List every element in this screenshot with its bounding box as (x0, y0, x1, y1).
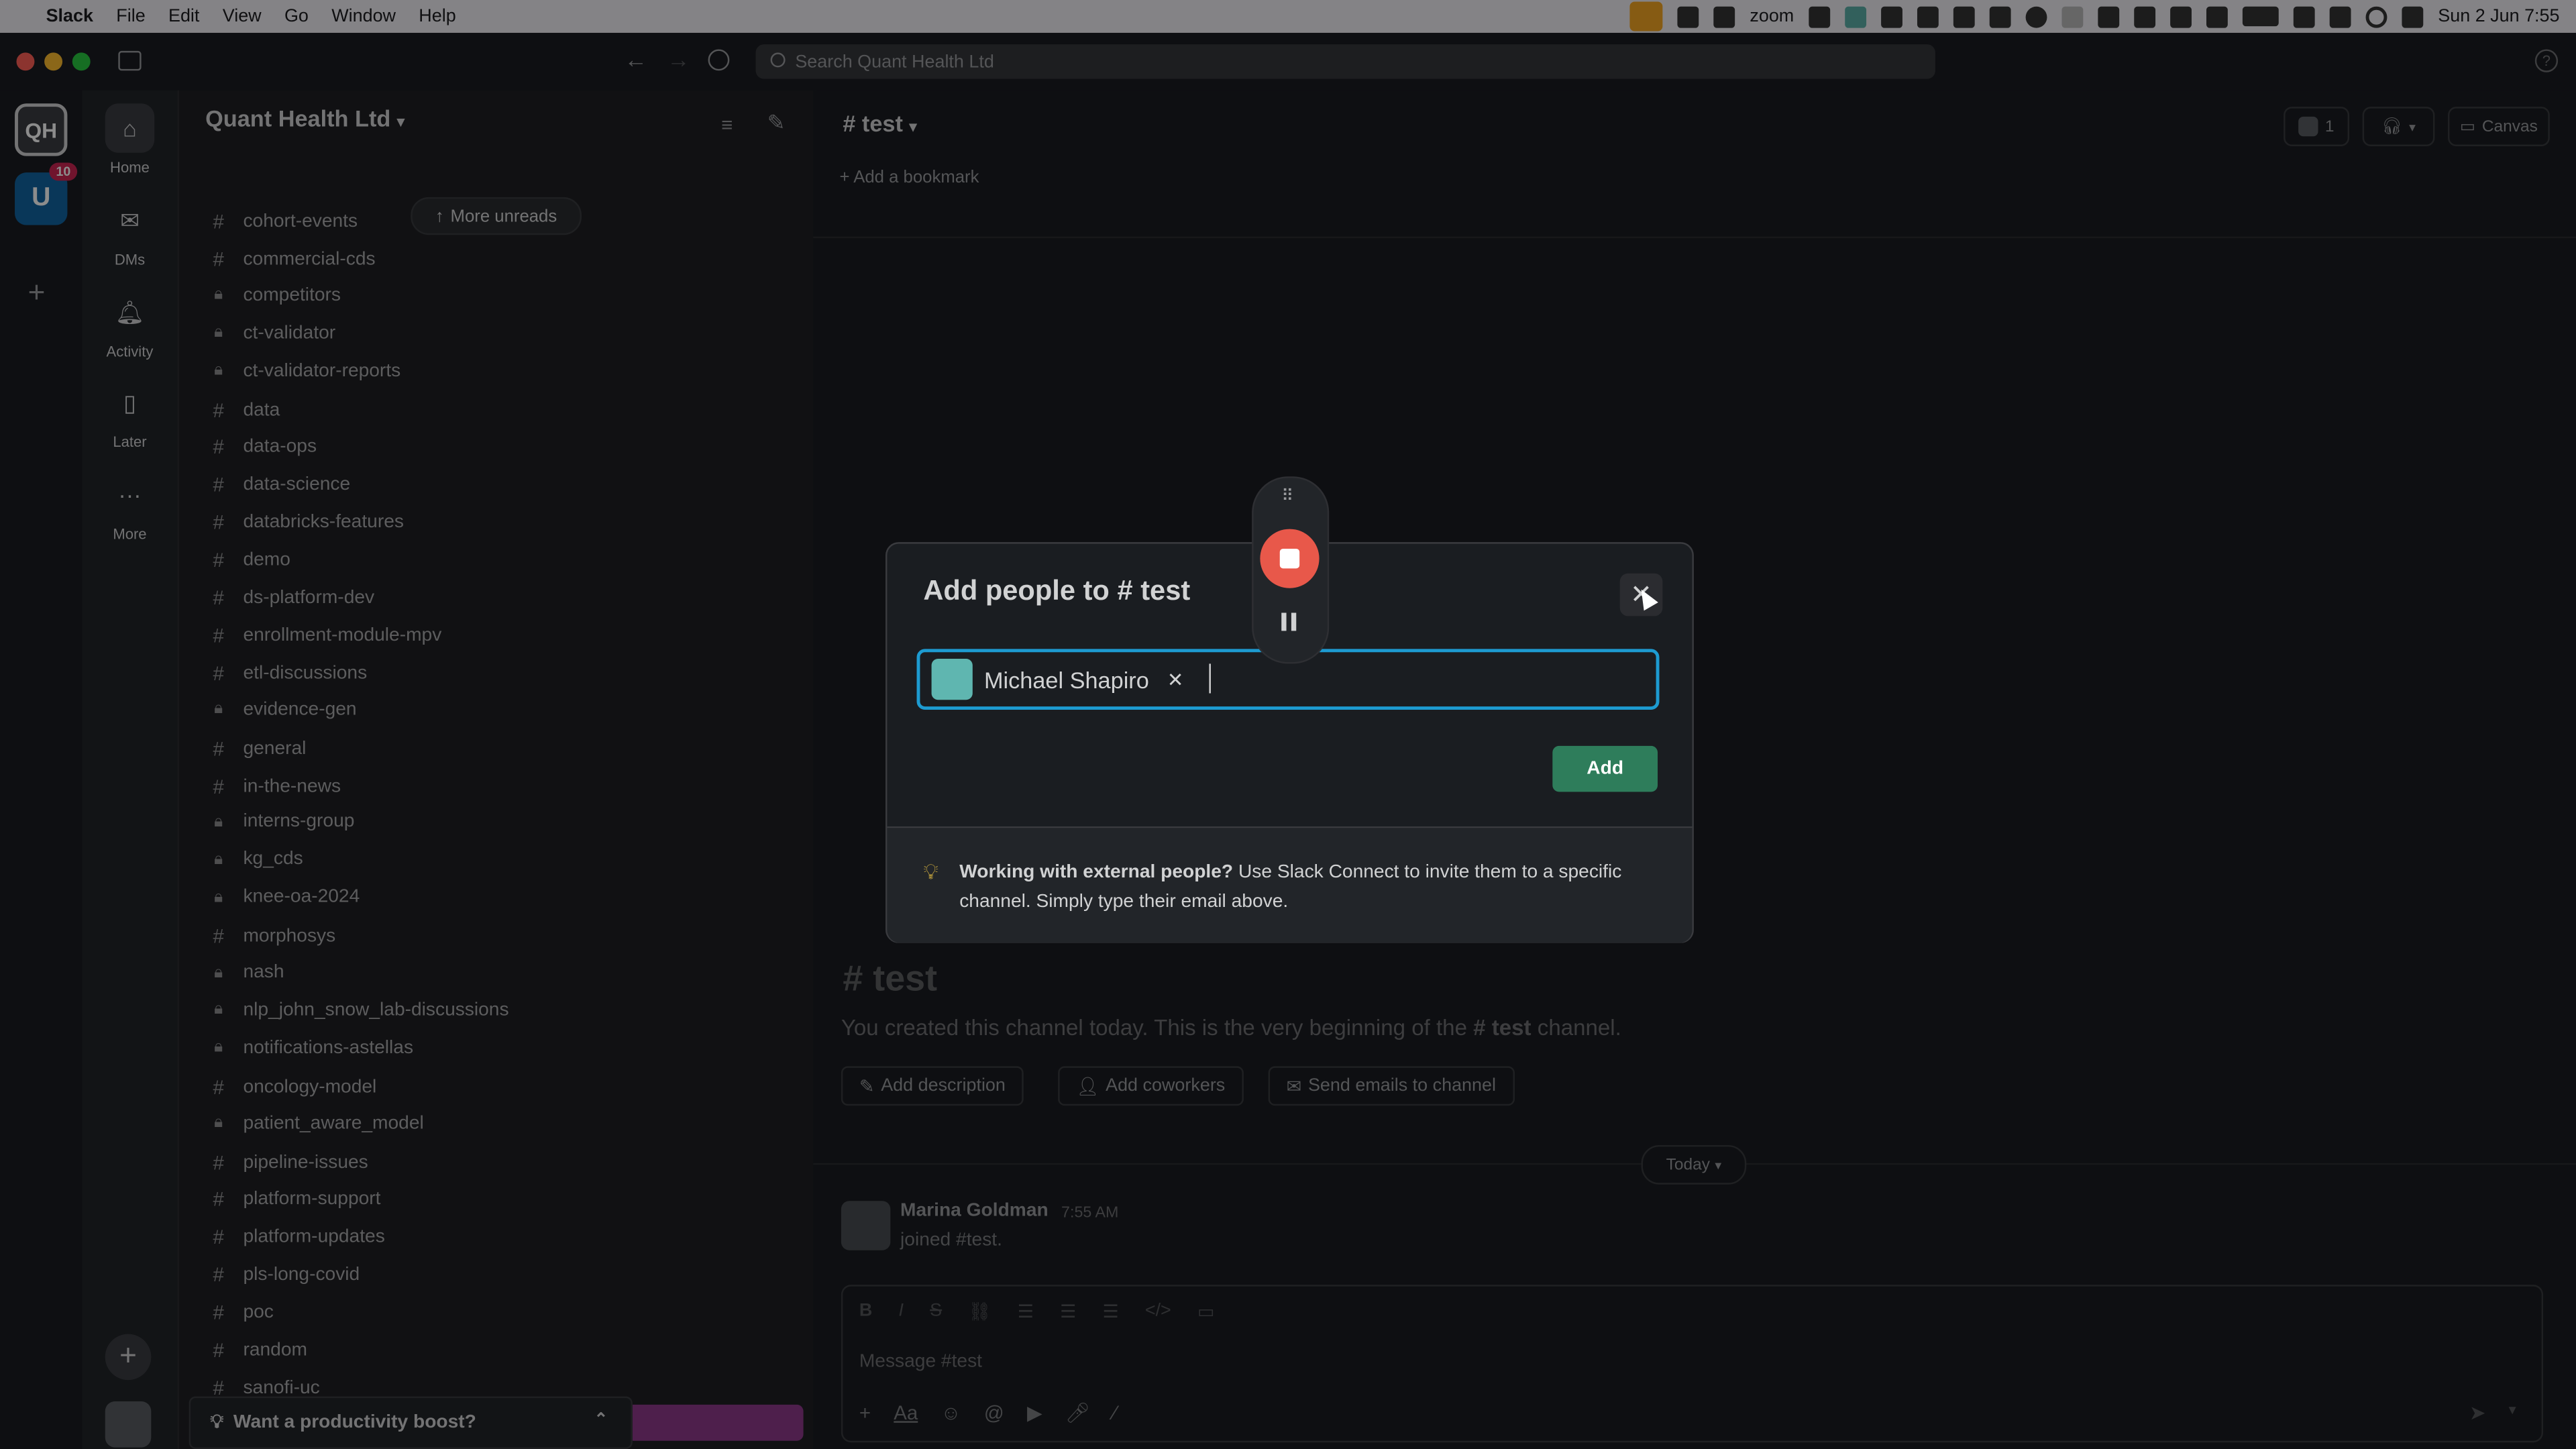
footer-bold: Working with external people? (959, 862, 1234, 883)
remove-person-icon[interactable]: ✕ (1167, 668, 1184, 691)
lightbulb-icon: 💡︎ (923, 859, 938, 884)
pause-bar-icon (1291, 612, 1297, 631)
add-button[interactable]: Add (1552, 745, 1658, 792)
stop-recording-button[interactable] (1260, 529, 1320, 588)
person-avatar (931, 659, 973, 700)
screen-recorder-widget: ⠿ (1252, 476, 1330, 664)
text-caret (1209, 663, 1211, 694)
drag-handle-icon[interactable]: ⠿ (1281, 488, 1293, 506)
pause-recording-button[interactable] (1281, 612, 1297, 631)
selected-person-chip[interactable]: Michael Shapiro ✕ (931, 659, 1184, 700)
modal-title: Add people to # test (923, 575, 1190, 608)
modal-footer: 💡︎ Working with external people? Use Sla… (887, 826, 1693, 943)
modal-title-channel: # test (1117, 575, 1191, 606)
pause-bar-icon (1281, 612, 1287, 631)
footer-text: Working with external people? Use Slack … (959, 857, 1666, 916)
person-name: Michael Shapiro (983, 666, 1149, 693)
stop-icon (1279, 548, 1300, 569)
modal-title-prefix: Add people to (923, 575, 1110, 606)
